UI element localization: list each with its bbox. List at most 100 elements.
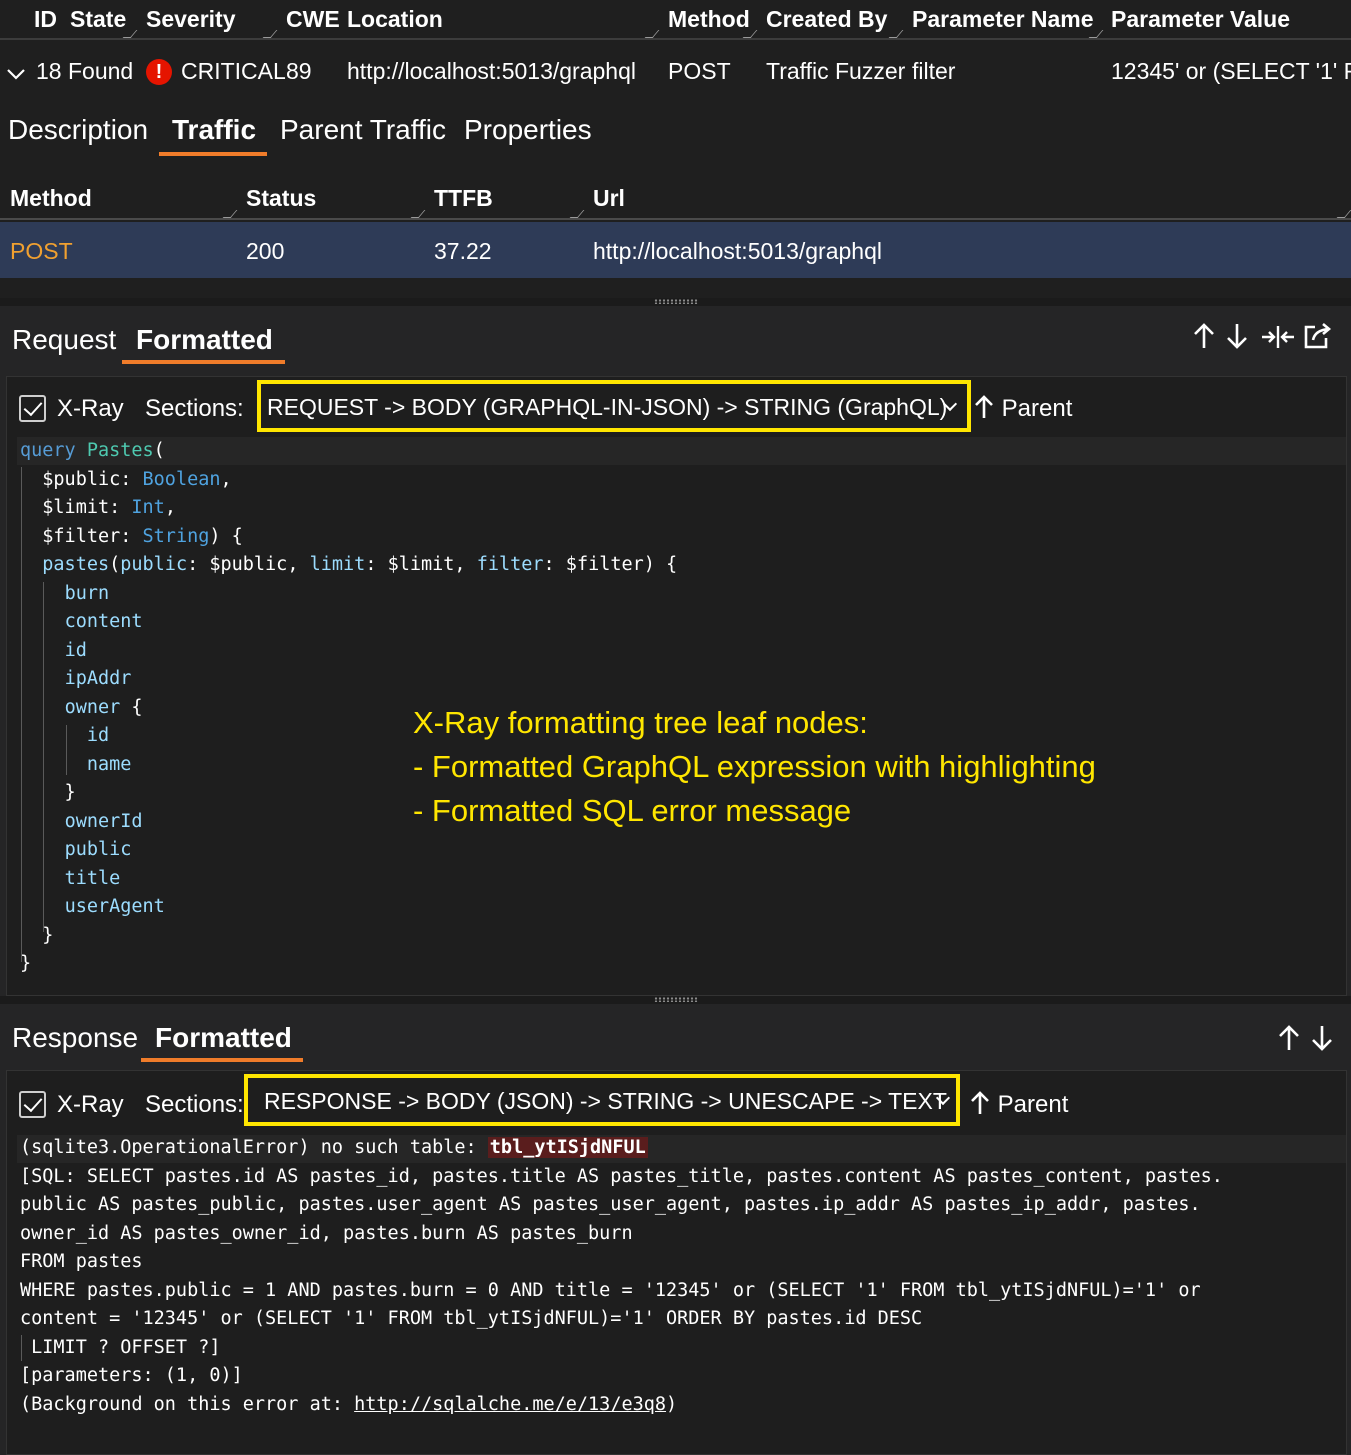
active-tab-indicator (122, 360, 285, 364)
severity-value: CRITICAL (181, 58, 286, 84)
sections-dropdown-value: RESPONSE -> BODY (JSON) -> STRING -> UNE… (264, 1088, 947, 1114)
column-resize-grip[interactable] (262, 30, 278, 38)
arrow-down-icon[interactable] (1225, 322, 1249, 357)
tab-request[interactable]: Request (12, 324, 116, 356)
code-line: title (64, 867, 121, 889)
column-resize-grip[interactable] (222, 210, 238, 218)
column-header-method[interactable]: Method (10, 185, 92, 212)
column-resize-grip[interactable] (1336, 210, 1351, 218)
response-pane: Response Formatted X-Ray Sections: RESPO… (0, 1004, 1351, 1455)
parent-button[interactable]: Parent (969, 1091, 1068, 1119)
sql-line[interactable]: [SQL: SELECT pastes.id AS pastes_id, pas… (20, 1166, 1223, 1187)
column-header-state[interactable]: State (70, 6, 126, 33)
column-resize-grip[interactable] (569, 210, 585, 218)
xray-label: X-Ray (57, 1091, 124, 1118)
tab-description[interactable]: Description (8, 114, 148, 146)
column-header-severity[interactable]: Severity (146, 6, 236, 33)
code-line: id (86, 725, 110, 746)
parent-label: Parent (1001, 395, 1073, 422)
traffic-grid-header: Method Status TTFB Url (0, 176, 1351, 220)
pane-splitter[interactable] (0, 298, 1351, 306)
error-line[interactable]: (sqlite3.OperationalError) no such table… (20, 1137, 648, 1158)
column-header-cwe[interactable]: CWE (286, 6, 340, 33)
sql-line[interactable]: WHERE pastes.public = 1 AND pastes.burn … (20, 1280, 1201, 1301)
parent-button[interactable]: Parent (973, 395, 1072, 423)
code-line: userAgent (64, 896, 165, 917)
column-header-id[interactable]: ID (34, 6, 57, 33)
cwe-value: 89 (286, 58, 312, 84)
annotation-line-1: X-Ray formatting tree leaf nodes: (413, 705, 868, 740)
sections-dropdown[interactable]: RESPONSE -> BODY (JSON) -> STRING -> UNE… (244, 1074, 960, 1126)
sql-line[interactable]: public AS pastes_public, pastes.user_age… (20, 1194, 1201, 1215)
arrow-up-icon[interactable] (1277, 1024, 1301, 1059)
column-resize-grip[interactable] (644, 30, 660, 38)
tab-traffic[interactable]: Traffic (172, 114, 256, 146)
code-line: ipAddr (64, 668, 132, 689)
traffic-method: POST (10, 238, 73, 264)
code-line: $public: Boolean, (42, 468, 232, 490)
findings-grid-header: ID State Severity CWE Location Method Cr… (0, 0, 1351, 40)
error-table-name: tbl_ytISjdNFUL (487, 1137, 648, 1158)
background-line[interactable]: (Background on this error at: http://sql… (20, 1394, 677, 1415)
finding-row[interactable]: 18 Found ! CRITICAL 89 http://localhost:… (0, 42, 1351, 102)
annotation-line-3: - Formatted SQL error message (413, 793, 852, 828)
parameter-value: 12345' or (SELECT '1' F (1111, 58, 1351, 84)
arrow-down-icon[interactable] (1310, 1024, 1334, 1059)
sections-dropdown-value: REQUEST -> BODY (GRAPHQL-IN-JSON) -> STR… (267, 394, 948, 420)
column-header-method[interactable]: Method (668, 6, 750, 33)
column-header-url[interactable]: Url (593, 185, 625, 212)
request-editor: X-Ray Sections: REQUEST -> BODY (GRAPHQL… (6, 376, 1347, 996)
code-line: $limit: Int, (42, 497, 176, 518)
column-header-ttfb[interactable]: TTFB (434, 185, 493, 212)
traffic-ttfb: 37.22 (434, 238, 492, 264)
column-header-parameter-name[interactable]: Parameter Name (912, 6, 1094, 33)
traffic-row[interactable]: POST 200 37.22 http://localhost:5013/gra… (0, 222, 1351, 278)
chevron-down-icon[interactable] (6, 60, 26, 87)
code-line: content (64, 611, 143, 632)
parent-label: Parent (997, 1091, 1069, 1118)
column-header-status[interactable]: Status (246, 185, 316, 212)
code-line: id (64, 639, 87, 661)
sql-line[interactable]: LIMIT ? OFFSET ?] (20, 1337, 220, 1358)
active-tab-indicator (159, 152, 267, 156)
column-resize-grip[interactable] (888, 30, 904, 38)
xray-label: X-Ray (57, 395, 124, 422)
error-prefix: (sqlite3.OperationalError) no such table… (20, 1137, 488, 1158)
tab-properties[interactable]: Properties (464, 114, 592, 146)
found-count: 18 Found (36, 58, 134, 84)
traffic-url: http://localhost:5013/graphql (593, 238, 882, 264)
code-line: burn (64, 582, 110, 604)
export-icon[interactable] (1303, 322, 1333, 357)
sql-line[interactable]: [parameters: (1, 0)] (20, 1365, 243, 1386)
tab-response[interactable]: Response (12, 1022, 138, 1054)
code-line: query Pastes( (20, 440, 165, 461)
sections-label: Sections: (145, 395, 244, 422)
code-line: ownerId (64, 810, 143, 832)
location-value: http://localhost:5013/graphql (347, 58, 636, 84)
background-prefix: (Background on this error at: (20, 1394, 355, 1415)
background-suffix: ) (666, 1394, 678, 1415)
parameter-name-value: filter (912, 58, 956, 84)
sql-line[interactable]: owner_id AS pastes_owner_id, pastes.burn… (20, 1223, 633, 1244)
xray-checkbox[interactable] (19, 1091, 46, 1118)
critical-severity-icon: ! (146, 59, 172, 85)
pane-splitter[interactable] (0, 996, 1351, 1004)
background-link[interactable]: http://sqlalche.me/e/13/e3q8 (354, 1394, 666, 1415)
column-resize-grip[interactable] (410, 210, 426, 218)
tab-formatted[interactable]: Formatted (136, 324, 273, 356)
xray-checkbox[interactable] (19, 395, 46, 422)
sql-line[interactable]: content = '12345' or (SELECT '1' FROM tb… (20, 1308, 922, 1329)
column-header-parameter-value[interactable]: Parameter Value (1111, 6, 1290, 33)
tab-formatted[interactable]: Formatted (155, 1022, 292, 1054)
column-header-location[interactable]: Location (347, 6, 443, 33)
arrow-up-icon[interactable] (1192, 322, 1216, 357)
tab-parent-traffic[interactable]: Parent Traffic (280, 114, 446, 146)
code-line: $filter: String) { (42, 525, 243, 547)
column-header-created-by[interactable]: Created By (766, 6, 887, 33)
sql-line[interactable]: FROM pastes (20, 1251, 143, 1272)
sections-dropdown[interactable]: REQUEST -> BODY (GRAPHQL-IN-JSON) -> STR… (257, 380, 971, 432)
code-line: name (86, 753, 132, 775)
split-icon[interactable] (1260, 324, 1296, 357)
active-tab-indicator (141, 1058, 303, 1062)
created-by-value: Traffic Fuzzer (766, 58, 906, 84)
